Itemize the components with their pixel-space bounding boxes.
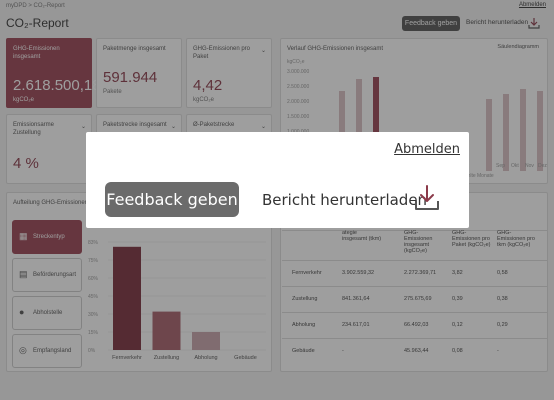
logout-link[interactable]: Abmelden [394, 142, 460, 157]
action-dialog: Abmelden Feedback geben Bericht herunter… [86, 132, 469, 228]
download-icon[interactable] [414, 184, 440, 212]
feedback-button[interactable]: Feedback geben [105, 182, 239, 217]
download-report-link[interactable]: Bericht herunterladen [262, 191, 427, 209]
